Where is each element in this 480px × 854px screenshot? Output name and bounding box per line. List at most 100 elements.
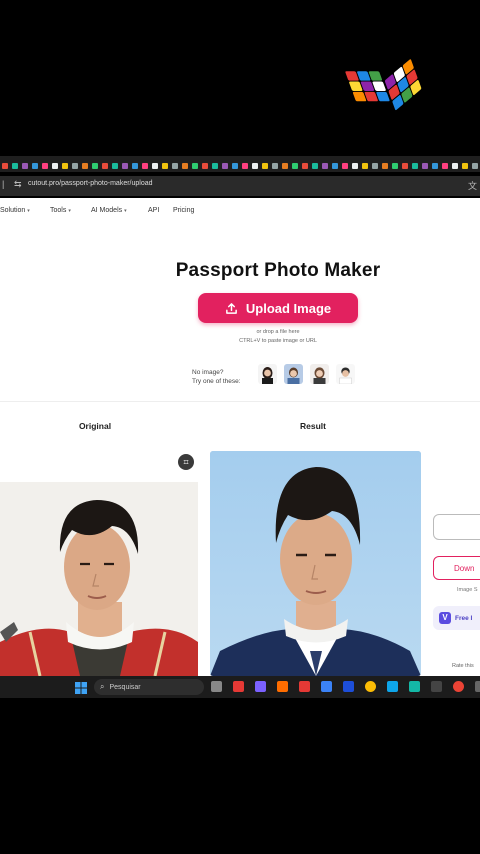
- app-icon[interactable]: [431, 681, 442, 692]
- tab-favicon-icon[interactable]: [362, 163, 368, 169]
- tab-favicon-icon[interactable]: [282, 163, 288, 169]
- tab-favicon-icon[interactable]: [92, 163, 98, 169]
- tab-favicon-icon[interactable]: [162, 163, 168, 169]
- app-icon[interactable]: [409, 681, 420, 692]
- chrome-icon[interactable]: [365, 681, 376, 692]
- cube-tile-icon: [364, 91, 378, 102]
- tab-favicon-icon[interactable]: [442, 163, 448, 169]
- tab-favicon-icon[interactable]: [132, 163, 138, 169]
- edge-icon[interactable]: [387, 681, 398, 692]
- tab-favicon-icon[interactable]: [52, 163, 58, 169]
- original-label: Original: [78, 421, 112, 431]
- crop-icon[interactable]: ⌗: [178, 454, 194, 470]
- nav-item-ai-models[interactable]: AI Models ▾: [91, 207, 127, 214]
- tab-favicon-icon[interactable]: [82, 163, 88, 169]
- cube-tile-icon: [357, 71, 371, 81]
- tab-favicon-icon[interactable]: [202, 163, 208, 169]
- tab-favicon-icon[interactable]: [112, 163, 118, 169]
- tab-favicon-icon[interactable]: [432, 163, 438, 169]
- tab-favicon-icon[interactable]: [422, 163, 428, 169]
- app-icon[interactable]: [343, 681, 354, 692]
- teams-icon[interactable]: [255, 681, 266, 692]
- tab-favicon-icon[interactable]: [332, 163, 338, 169]
- tab-favicon-icon[interactable]: [302, 163, 308, 169]
- sample-image-3[interactable]: [310, 364, 329, 384]
- nav-item-solution[interactable]: Solution ▾: [0, 207, 30, 214]
- tab-favicon-icon[interactable]: [292, 163, 298, 169]
- tab-favicon-icon[interactable]: [102, 163, 108, 169]
- tab-favicon-icon[interactable]: [72, 163, 78, 169]
- tab-favicon-icon[interactable]: [2, 163, 8, 169]
- chevron-down-icon: ▾: [124, 208, 127, 214]
- tab-favicon-icon[interactable]: [172, 163, 178, 169]
- translate-icon[interactable]: 文: [468, 179, 477, 192]
- browser-tab-strip[interactable]: [0, 156, 480, 172]
- office-icon[interactable]: [277, 681, 288, 692]
- original-photo: [0, 482, 198, 676]
- tab-favicon-icon[interactable]: [272, 163, 278, 169]
- cube-tile-icon: [368, 71, 383, 81]
- app-icon[interactable]: [233, 681, 244, 692]
- result-photo: [210, 451, 421, 676]
- tab-favicon-icon[interactable]: [122, 163, 128, 169]
- tab-favicon-icon[interactable]: [262, 163, 268, 169]
- tab-favicon-icon[interactable]: [152, 163, 158, 169]
- tab-favicon-icon[interactable]: [352, 163, 358, 169]
- tab-favicon-icon[interactable]: [142, 163, 148, 169]
- app-icon[interactable]: [475, 681, 480, 692]
- sample-image-4[interactable]: [336, 364, 355, 384]
- cube-tile-icon: [372, 81, 386, 91]
- result-label: Result: [300, 421, 326, 431]
- tab-favicon-icon[interactable]: [472, 163, 478, 169]
- free-download-button[interactable]: V Free I: [433, 606, 480, 630]
- sample-image-2[interactable]: [284, 364, 303, 384]
- tab-favicon-icon[interactable]: [252, 163, 258, 169]
- tab-favicon-icon[interactable]: [242, 163, 248, 169]
- tab-favicon-icon[interactable]: [462, 163, 468, 169]
- upload-image-label: Upload Image: [245, 300, 332, 316]
- taskbar-search[interactable]: ⌕ Pesquisar: [94, 679, 204, 695]
- search-icon: ⌕: [100, 682, 105, 691]
- browser-address-bar[interactable]: | ⇆ cutout.pro/passport-photo-maker/uplo…: [0, 176, 480, 196]
- tab-favicon-icon[interactable]: [402, 163, 408, 169]
- tab-favicon-icon[interactable]: [22, 163, 28, 169]
- sample-prompt: No image? Try one of these:: [192, 369, 241, 385]
- tab-favicon-icon[interactable]: [392, 163, 398, 169]
- download-button[interactable]: Down: [433, 556, 480, 580]
- url-text[interactable]: cutout.pro/passport-photo-maker/upload: [28, 180, 153, 187]
- site-settings-icon[interactable]: ⇆: [14, 179, 22, 190]
- tab-favicon-icon[interactable]: [382, 163, 388, 169]
- nav-item-pricing[interactable]: Pricing: [173, 207, 194, 214]
- top-nav: Solution ▾ Tools ▾ AI Models ▾ API Pricing: [0, 207, 480, 219]
- tab-favicon-icon[interactable]: [412, 163, 418, 169]
- windows-start-icon[interactable]: [75, 681, 87, 694]
- tab-favicon-icon[interactable]: [182, 163, 188, 169]
- tab-favicon-icon[interactable]: [32, 163, 38, 169]
- file-explorer-icon[interactable]: [211, 681, 222, 692]
- app-icon[interactable]: [321, 681, 332, 692]
- image-size-label: Image S: [457, 587, 478, 593]
- tab-favicon-icon[interactable]: [192, 163, 198, 169]
- tab-favicon-icon[interactable]: [12, 163, 18, 169]
- cube-tile-icon: [360, 81, 375, 91]
- brave-icon[interactable]: [299, 681, 310, 692]
- tab-favicon-icon[interactable]: [452, 163, 458, 169]
- nav-item-tools[interactable]: Tools ▾: [50, 207, 71, 214]
- nav-item-api[interactable]: API: [148, 207, 159, 214]
- tab-favicon-icon[interactable]: [222, 163, 228, 169]
- sidebar-icon[interactable]: |: [2, 179, 4, 189]
- tab-favicon-icon[interactable]: [212, 163, 218, 169]
- tab-favicon-icon[interactable]: [342, 163, 348, 169]
- tab-favicon-icon[interactable]: [232, 163, 238, 169]
- cube-tile-icon: [345, 71, 359, 81]
- tab-favicon-icon[interactable]: [322, 163, 328, 169]
- tab-favicon-icon[interactable]: [62, 163, 68, 169]
- upload-image-button[interactable]: Upload Image: [198, 293, 358, 323]
- tab-favicon-icon[interactable]: [372, 163, 378, 169]
- tab-favicon-icon[interactable]: [312, 163, 318, 169]
- section-divider: [0, 401, 480, 402]
- side-action-button[interactable]: [433, 514, 480, 540]
- chrome-icon[interactable]: [453, 681, 464, 692]
- sample-image-1[interactable]: [258, 364, 277, 384]
- tab-favicon-icon[interactable]: [42, 163, 48, 169]
